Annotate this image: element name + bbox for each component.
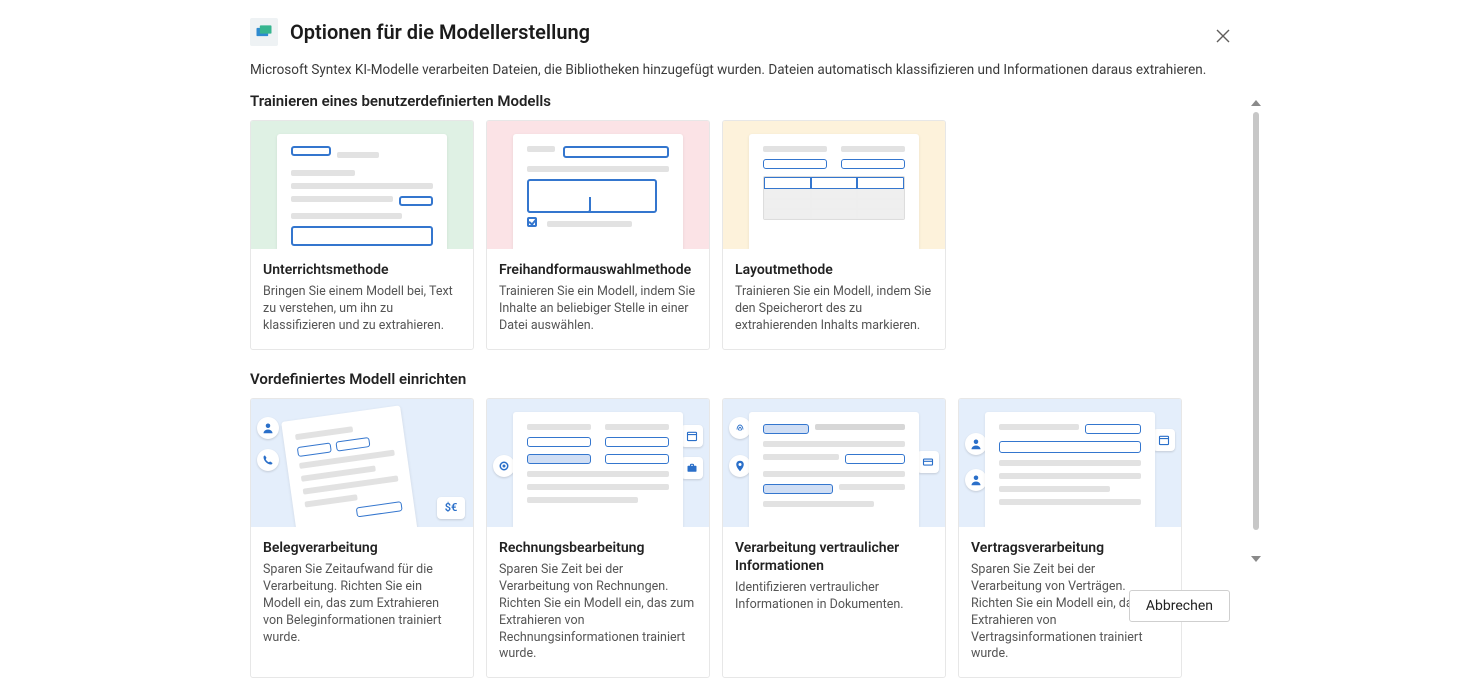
- card-layout-method[interactable]: Layoutmethode Trainieren Sie ein Modell,…: [722, 120, 946, 350]
- dialog-header: Optionen für die Modellerstellung: [250, 18, 1235, 46]
- illustration-invoice: [487, 399, 709, 527]
- custom-section-heading: Trainieren eines benutzerdefinierten Mod…: [250, 92, 1235, 110]
- prebuilt-card-row: $€ Belegverarbeitung Sparen Sie Zeitaufw…: [250, 398, 1235, 678]
- card-title: Freihandformauswahlmethode: [499, 261, 697, 279]
- card-freeform-method[interactable]: Freihandformauswahlmethode Trainieren Si…: [486, 120, 710, 350]
- prebuilt-section-heading: Vordefiniertes Modell einrichten: [250, 370, 1235, 388]
- fingerprint-icon: [729, 417, 751, 439]
- card-sensitive-info[interactable]: Verarbeitung vertraulicher Informationen…: [722, 398, 946, 678]
- illustration-teaching: [251, 121, 473, 249]
- scroll-down-icon: [1251, 556, 1261, 562]
- custom-card-row: Unterrichtsmethode Bringen Sie einem Mod…: [250, 120, 1235, 350]
- calendar-icon: [1153, 429, 1175, 451]
- card-title: Unterrichtsmethode: [263, 261, 461, 279]
- card-title: Vertragsverarbeitung: [971, 539, 1169, 557]
- card-contract-processing[interactable]: Vertragsverarbeitung Sparen Sie Zeit bei…: [958, 398, 1182, 678]
- card-invoice-processing[interactable]: Rechnungsbearbeitung Sparen Sie Zeit bei…: [486, 398, 710, 678]
- scroll-area: Trainieren eines benutzerdefinierten Mod…: [250, 92, 1235, 678]
- card-desc: Identifizieren vertraulicher Information…: [735, 580, 933, 614]
- card-receipt-processing[interactable]: $€ Belegverarbeitung Sparen Sie Zeitaufw…: [250, 398, 474, 678]
- dialog-footer: Abbrechen: [1129, 590, 1230, 622]
- card-teaching-method[interactable]: Unterrichtsmethode Bringen Sie einem Mod…: [250, 120, 474, 350]
- scroll-thumb[interactable]: [1253, 112, 1259, 530]
- creditcard-icon: [917, 451, 939, 473]
- close-button[interactable]: [1211, 24, 1235, 48]
- card-desc: Bringen Sie einem Modell bei, Text zu ve…: [263, 284, 461, 335]
- card-title: Verarbeitung vertraulicher Informationen: [735, 539, 933, 575]
- pin-icon: [729, 455, 751, 477]
- phone-icon: [257, 449, 279, 471]
- illustration-freeform: [487, 121, 709, 249]
- cancel-button[interactable]: Abbrechen: [1129, 590, 1230, 622]
- person-icon: [965, 469, 987, 491]
- dialog-title: Optionen für die Modellerstellung: [290, 20, 590, 44]
- illustration-layout: [723, 121, 945, 249]
- card-desc: Trainieren Sie ein Modell, indem Sie Inh…: [499, 284, 697, 335]
- syntex-icon: [250, 18, 278, 46]
- illustration-sensitive: [723, 399, 945, 527]
- card-desc: Trainieren Sie ein Modell, indem Sie den…: [735, 284, 933, 335]
- calendar-icon: [681, 425, 703, 447]
- card-desc: Sparen Sie Zeit bei der Verarbeitung von…: [499, 562, 697, 663]
- card-title: Belegverarbeitung: [263, 539, 461, 557]
- location-icon: [493, 455, 515, 477]
- card-title: Rechnungsbearbeitung: [499, 539, 697, 557]
- dialog-subtitle: Microsoft Syntex KI-Modelle verarbeiten …: [250, 62, 1235, 78]
- currency-icon: $€: [437, 497, 465, 519]
- briefcase-icon: [681, 457, 703, 479]
- scroll-up-icon: [1251, 100, 1261, 106]
- illustration-contract: [959, 399, 1181, 527]
- scrollbar[interactable]: [1252, 100, 1260, 562]
- person-icon: [965, 433, 987, 455]
- illustration-receipt: $€: [251, 399, 473, 527]
- model-options-dialog: Optionen für die Modellerstellung Micros…: [250, 18, 1235, 678]
- person-icon: [257, 417, 279, 439]
- close-icon: [1216, 29, 1230, 43]
- card-title: Layoutmethode: [735, 261, 933, 279]
